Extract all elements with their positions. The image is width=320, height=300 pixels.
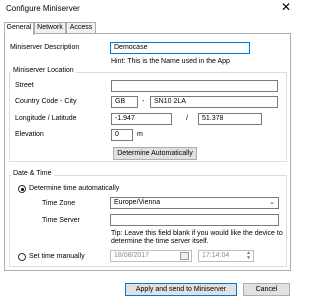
timezone-select[interactable]: Europe/Vienna ⌄ (110, 197, 279, 209)
elevation-label: Elevation (15, 131, 44, 138)
window-title: Configure Miniserver (6, 4, 80, 13)
time-stepper[interactable]: 17:14:04 ▲ ▼ (198, 250, 254, 262)
street-label: Street (15, 82, 34, 89)
street-input[interactable] (111, 80, 278, 92)
apply-and-send-button[interactable]: Apply and send to Miniserver (125, 283, 237, 296)
auto-time-label: Determine time automatically (29, 185, 120, 192)
chevron-down-icon: ⌄ (269, 199, 275, 206)
title-bar: Configure Miniserver ✕ (0, 0, 296, 17)
manual-time-radio[interactable] (18, 253, 26, 261)
elevation-input[interactable]: 0 (111, 129, 133, 141)
timeserver-tip-line2: determine the time server itself. (111, 238, 209, 245)
time-value: 17:14:04 (202, 252, 230, 259)
calendar-icon (180, 252, 189, 260)
lon-lat-separator: / (186, 115, 188, 122)
determine-automatically-button[interactable]: Determine Automatically (113, 147, 197, 160)
country-code-input[interactable]: GB (111, 96, 138, 108)
auto-time-radio[interactable] (18, 185, 26, 193)
description-input[interactable]: Democase (110, 42, 250, 54)
date-picker[interactable]: 18/08/2017 (110, 250, 192, 262)
general-panel: Miniserver Description Democase Hint: Th… (4, 33, 291, 271)
timeserver-label: Time Server (42, 217, 80, 224)
description-hint: Hint: This is the Name used in the App (111, 58, 230, 65)
description-label: Miniserver Description (10, 44, 80, 51)
close-icon[interactable]: ✕ (281, 1, 291, 13)
city-input[interactable]: SN10 2LA (150, 96, 278, 108)
tab-general[interactable]: General (4, 22, 34, 35)
timeserver-input[interactable] (110, 214, 279, 226)
elevation-unit: m (137, 131, 143, 138)
country-city-separator: - (142, 98, 145, 105)
cancel-button[interactable]: Cancel (243, 283, 290, 296)
location-group-title: Miniserver Location (11, 67, 76, 74)
longitude-input[interactable]: -1.947 (111, 113, 172, 125)
timezone-value: Europe/Vienna (114, 199, 161, 206)
manual-time-label: Set time manually (29, 253, 85, 260)
lon-lat-label: Longitude / Latitude (15, 115, 77, 122)
country-city-label: Country Code - City (15, 98, 77, 105)
timeserver-tip-line1: Tip: Leave this field blank if you would… (111, 230, 283, 237)
latitude-input[interactable]: 51.378 (198, 113, 262, 125)
datetime-group-title: Date & Time (11, 170, 54, 177)
spinner-arrows-icon: ▲ ▼ (246, 250, 251, 261)
date-value: 18/08/2017 (114, 252, 150, 259)
timezone-label: Time Zone (42, 200, 76, 207)
